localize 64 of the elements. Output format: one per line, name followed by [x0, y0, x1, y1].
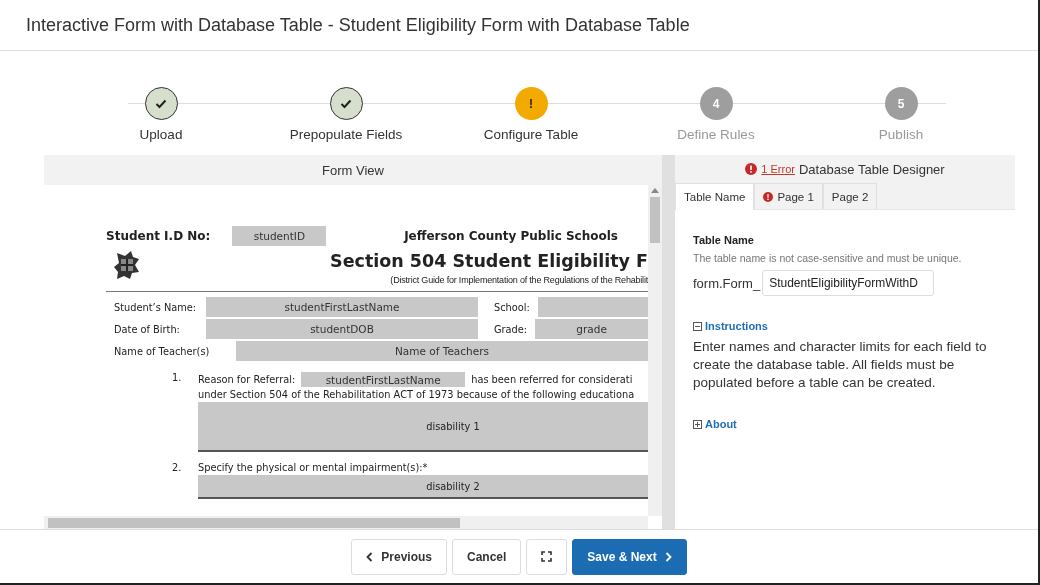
item-number: 1.: [172, 372, 183, 385]
form-subheading: (District Guide for Implementation of the Regulations of the Rehabilit: [390, 275, 648, 285]
collapse-icon: [693, 321, 702, 331]
scroll-up-icon[interactable]: [651, 187, 659, 193]
step-number-circle: 5: [884, 87, 918, 120]
expand-icon: [541, 551, 553, 562]
panel-header: Form View: [44, 155, 662, 185]
step-label: Configure Table: [483, 127, 579, 142]
step-label: Publish: [878, 127, 924, 142]
check-icon: [155, 98, 167, 109]
instructions-text: Enter names and character limits for each field to create the database table. All fields must be populated before a table can be created.: [693, 338, 988, 392]
tab[interactable]: Page 2: [822, 183, 878, 209]
emblem-icon: [112, 249, 142, 281]
section-toggle[interactable]: Instructions: [693, 320, 768, 332]
form-label: Student’s Name:: [113, 301, 198, 313]
fullscreen-button[interactable]: [526, 538, 568, 575]
horizontal-scrollbar[interactable]: [44, 516, 648, 529]
form-label: School:: [493, 301, 530, 313]
form-label: Date of Birth:: [113, 323, 181, 335]
step-label: Upload: [139, 127, 183, 142]
table-name-input[interactable]: StudentEligibilityFormWithD: [762, 270, 935, 296]
step-label: Prepopulate Fields: [289, 127, 403, 142]
tab[interactable]: Page 1: [754, 183, 823, 209]
error-icon: [763, 191, 774, 202]
step-label: Define Rules: [677, 127, 755, 142]
window-title: Interactive Form with Database Table - Student Eligibility Form with Database Table: [26, 14, 690, 36]
previous-button[interactable]: Previous: [351, 538, 447, 575]
expand-icon: [693, 419, 702, 429]
form-text-area: disability 1: [198, 402, 648, 452]
section-toggle[interactable]: About: [693, 418, 737, 430]
form-heading: Section 504 Student Eligibility F: [330, 251, 648, 271]
step-number-circle: 4: [699, 87, 733, 120]
form-field: grade: [535, 319, 648, 339]
error-link[interactable]: 1 Error: [761, 163, 795, 175]
form-label: Student I.D No:: [106, 229, 211, 243]
chevron-left-icon: [366, 551, 374, 562]
form-label: Name of Teacher(s): [113, 345, 211, 357]
error-icon: [745, 163, 758, 175]
form-field: studentFirstLastName: [206, 297, 478, 317]
form-text-area: disability 2: [198, 475, 648, 499]
form-field: studentID: [232, 226, 327, 246]
save-next-button[interactable]: Save & Next: [572, 538, 687, 575]
form-label: Grade:: [493, 323, 528, 335]
vertical-scrollbar[interactable]: [648, 185, 662, 516]
tab[interactable]: Table Name: [675, 183, 755, 210]
form-field: studentDOB: [206, 319, 478, 339]
form-text: under Section 504 of the Rehabilitation ACT of 1973 because of the following educationa: [198, 389, 636, 400]
hint-text: The table name is not case-sensitive and must be unique.: [693, 252, 963, 264]
form-field: Name of Teachers: [236, 341, 648, 361]
scrollbar-thumb[interactable]: [48, 517, 460, 528]
panel-title: Database Table Designer: [798, 161, 945, 177]
warning-step-circle: !: [514, 87, 548, 120]
form-text: has been referred for considerati: [471, 374, 633, 385]
item-number: 2.: [172, 462, 183, 475]
district-name: Jefferson County Public Schools: [404, 229, 618, 243]
section-title: Table Name: [693, 234, 755, 246]
form-text: Reason for Referral:: [198, 374, 296, 385]
chevron-right-icon: [664, 551, 672, 562]
check-icon: [340, 98, 352, 109]
form-field: studentFirstLastName: [301, 372, 466, 387]
form-text: Specify the physical or mental impairment(s):*: [198, 462, 428, 473]
cancel-button[interactable]: Cancel: [452, 538, 522, 575]
scrollbar-thumb[interactable]: [650, 197, 660, 243]
table-prefix: form.Form_: [693, 275, 761, 291]
